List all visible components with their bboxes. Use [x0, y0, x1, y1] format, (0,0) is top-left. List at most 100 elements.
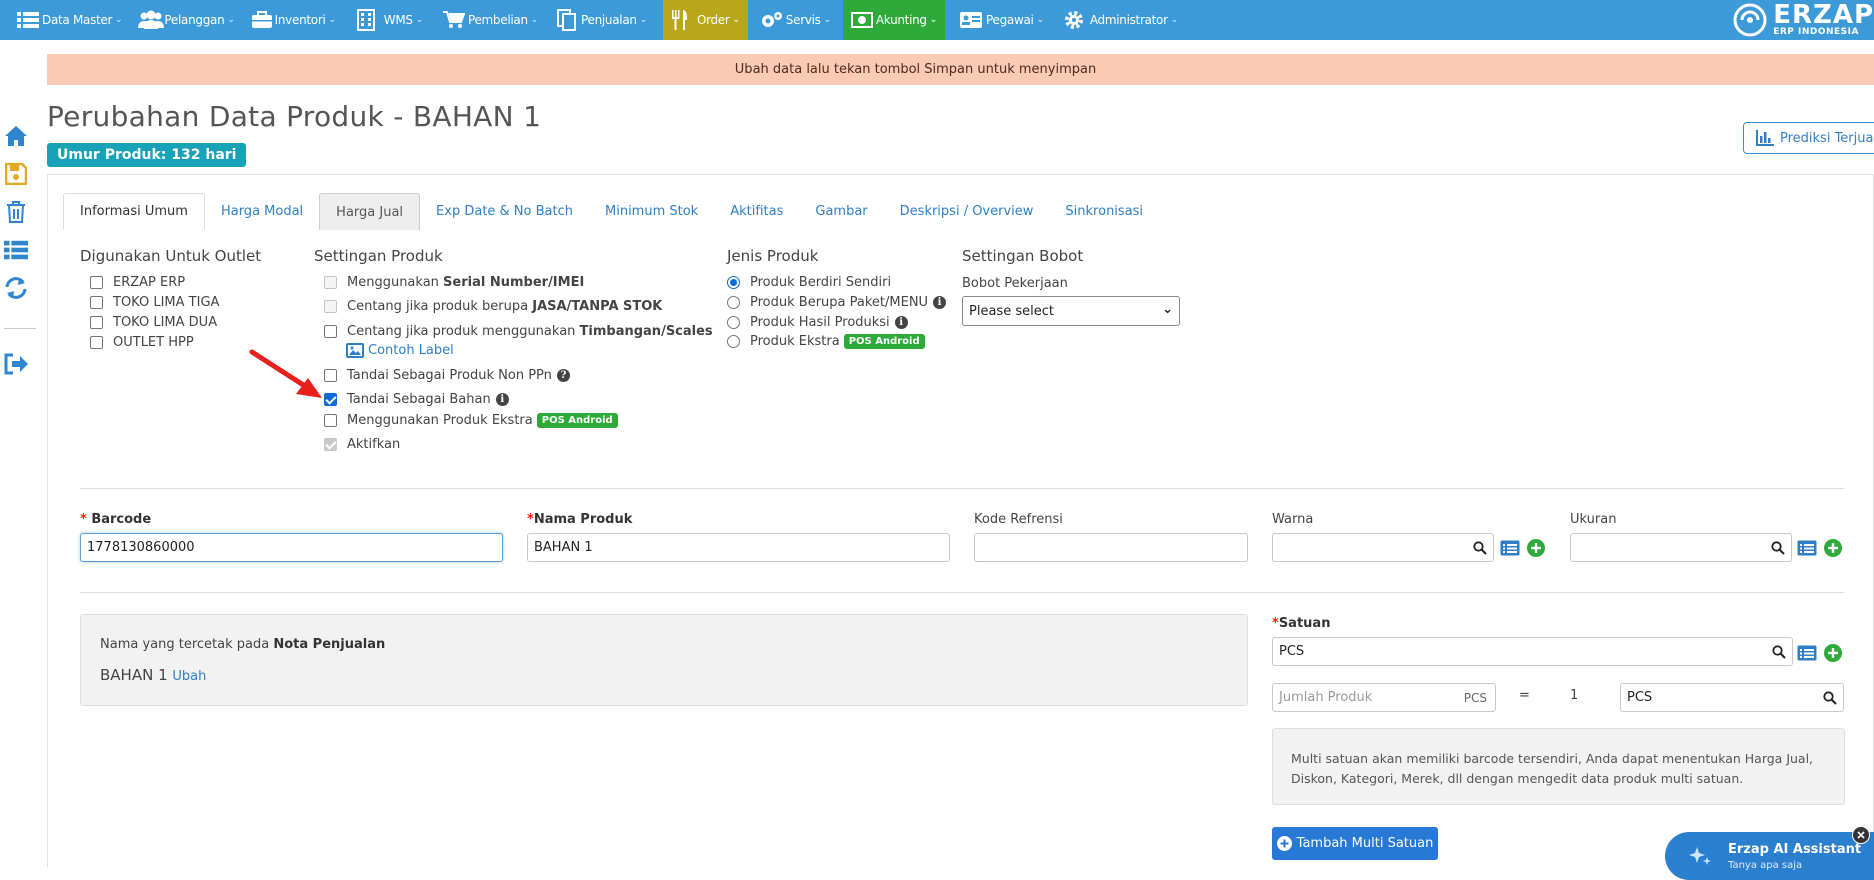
info-icon[interactable]: i — [894, 316, 908, 329]
predict-sales-button[interactable]: Prediksi Terjual — [1743, 122, 1874, 154]
nav-wms[interactable]: WMS ⌄ — [350, 0, 429, 40]
tab-sinkronisasi[interactable]: Sinkronisasi — [1049, 193, 1159, 230]
save-button[interactable] — [4, 162, 28, 186]
tab-harga-jual[interactable]: Harga Jual — [319, 193, 421, 230]
serial-number-checkbox[interactable]: Menggunakan Serial Number/IMEI — [324, 275, 584, 290]
search-icon[interactable] — [1772, 645, 1786, 659]
refresh-button[interactable] — [4, 276, 28, 300]
nav-pegawai[interactable]: Pegawai ⌄ — [953, 0, 1050, 40]
nama-produk-input[interactable]: BAHAN 1 — [527, 533, 950, 562]
jenis-radio-paket[interactable]: Produk Berupa Paket/MENU i — [727, 295, 947, 310]
produk-ekstra-checkbox[interactable]: Menggunakan Produk Ekstra POS Android — [324, 413, 618, 428]
satuan-input[interactable]: PCS — [1272, 637, 1793, 666]
search-icon[interactable] — [1473, 541, 1487, 555]
aktifkan-checkbox[interactable]: Aktifkan — [324, 437, 400, 452]
checkbox[interactable] — [324, 300, 337, 313]
nav-pelanggan[interactable]: Pelanggan ⌄ — [132, 0, 240, 40]
outlet-checkbox[interactable]: TOKO LIMA TIGA — [90, 295, 219, 310]
tab-gambar[interactable]: Gambar — [799, 193, 883, 230]
jumlah-suffix: PCS — [1463, 690, 1487, 705]
tab-exp-date[interactable]: Exp Date & No Batch — [420, 193, 589, 230]
checkbox[interactable] — [90, 276, 103, 289]
outlet-checkbox[interactable]: ERZAP ERP — [90, 275, 185, 290]
bahan-checkbox[interactable]: Tandai Sebagai Bahan i — [324, 392, 509, 407]
nav-servis[interactable]: Servis ⌄ — [754, 0, 837, 40]
search-icon[interactable] — [1823, 691, 1837, 705]
bobot-select-value: Please select — [969, 303, 1054, 319]
example-label-link[interactable]: Contoh Label — [346, 343, 454, 358]
nav-administrator[interactable]: Administrator ⌄ — [1058, 0, 1184, 40]
radio[interactable] — [727, 316, 740, 329]
nav-order[interactable]: Order ⌄ — [662, 0, 748, 40]
nav-data-master[interactable]: Data Master ⌄ — [10, 0, 128, 40]
checkbox[interactable] — [324, 325, 337, 338]
tab-minimum-stok[interactable]: Minimum Stok — [589, 193, 714, 230]
ai-assistant-widget[interactable]: Erzap AI Assistant Tanya apa saja — [1665, 832, 1874, 880]
ubah-link[interactable]: Ubah — [172, 669, 206, 684]
tab-harga-modal[interactable]: Harga Modal — [205, 193, 319, 230]
plus-circle-icon[interactable] — [1824, 539, 1842, 557]
plus-circle-icon[interactable] — [1527, 539, 1545, 557]
bobot-select[interactable]: Please select ⌄ — [962, 296, 1180, 326]
tab-aktifitas[interactable]: Aktifitas — [714, 193, 799, 230]
non-ppn-checkbox[interactable]: Tandai Sebagai Produk Non PPn? — [324, 368, 570, 383]
outlet-checkbox[interactable]: OUTLET HPP — [90, 335, 194, 350]
jumlah-produk-input[interactable]: Jumlah Produk PCS — [1272, 683, 1496, 712]
delete-button[interactable] — [4, 200, 28, 224]
close-ai-button[interactable] — [1852, 826, 1870, 844]
nav-akunting[interactable]: Akunting ⌄ — [842, 0, 945, 40]
scale-pre: Centang jika produk menggunakan — [347, 324, 580, 339]
scales-checkbox[interactable]: Centang jika produk menggunakan Timbanga… — [324, 324, 713, 339]
checkbox[interactable] — [324, 276, 337, 289]
add-multi-satuan-button[interactable]: Tambah Multi Satuan — [1272, 827, 1438, 860]
barcode-label-text: Barcode — [91, 512, 152, 527]
satuan-label: *Satuan — [1272, 616, 1330, 631]
kode-refrensi-input[interactable] — [974, 533, 1248, 562]
chevron-down-icon: ⌄ — [530, 15, 539, 25]
list-table-icon[interactable] — [1797, 645, 1817, 661]
conversion-unit-input[interactable]: PCS — [1620, 683, 1844, 712]
question-icon[interactable]: ? — [556, 369, 570, 382]
tab-deskripsi[interactable]: Deskripsi / Overview — [884, 193, 1050, 230]
outlet-checkbox[interactable]: TOKO LIMA DUA — [90, 315, 217, 330]
info-icon[interactable]: i — [495, 393, 509, 406]
radio[interactable] — [727, 335, 740, 348]
nav-label: Servis — [785, 13, 821, 27]
nav-penjualan[interactable]: Penjualan ⌄ — [550, 0, 653, 40]
nav-label: Order — [696, 13, 730, 27]
bobot-title: Settingan Bobot — [962, 247, 1084, 265]
ukuran-input[interactable] — [1570, 533, 1792, 562]
radio[interactable] — [727, 296, 740, 309]
nav-pembelian[interactable]: Pembelian ⌄ — [437, 0, 544, 40]
jasa-checkbox[interactable]: Centang jika produk berupa JASA/TANPA ST… — [324, 299, 662, 314]
nav-inventori[interactable]: Inventori ⌄ — [245, 0, 342, 40]
barcode-input[interactable]: 1778130860000 — [80, 533, 503, 562]
equals-sign: = — [1519, 688, 1530, 703]
bobot-label: Bobot Pekerjaan — [962, 276, 1068, 291]
info-icon[interactable]: i — [933, 296, 947, 309]
scale-bold: Timbangan/Scales — [579, 324, 713, 339]
checkbox-checked-disabled[interactable] — [324, 438, 337, 451]
list-table-icon[interactable] — [1500, 540, 1520, 556]
logo-subtext: ERP INDONESIA — [1773, 27, 1859, 37]
checkbox[interactable] — [90, 316, 103, 329]
checkbox[interactable] — [90, 336, 103, 349]
ai-subtitle: Tanya apa saja — [1728, 860, 1803, 871]
tab-informasi-umum[interactable]: Informasi Umum — [63, 193, 205, 230]
checkbox[interactable] — [90, 296, 103, 309]
plus-circle-icon[interactable] — [1824, 644, 1842, 662]
ai-title: Erzap AI Assistant — [1728, 842, 1862, 857]
list-table-icon[interactable] — [1797, 540, 1817, 556]
radio-selected[interactable] — [727, 276, 740, 289]
jenis-radio-berdiri-sendiri[interactable]: Produk Berdiri Sendiri — [727, 275, 891, 290]
warna-input[interactable] — [1272, 533, 1494, 562]
logout-button[interactable] — [4, 352, 28, 376]
jenis-radio-produksi[interactable]: Produk Hasil Produksi i — [727, 315, 908, 330]
divider — [80, 488, 1844, 489]
checkbox[interactable] — [324, 414, 337, 427]
search-icon[interactable] — [1771, 541, 1785, 555]
jenis-radio-ekstra[interactable]: Produk Ekstra POS Android — [727, 334, 925, 349]
home-button[interactable] — [4, 124, 28, 148]
list-view-button[interactable] — [4, 238, 28, 262]
erzap-logo[interactable]: ERZAP ERP INDONESIA — [1733, 0, 1874, 40]
